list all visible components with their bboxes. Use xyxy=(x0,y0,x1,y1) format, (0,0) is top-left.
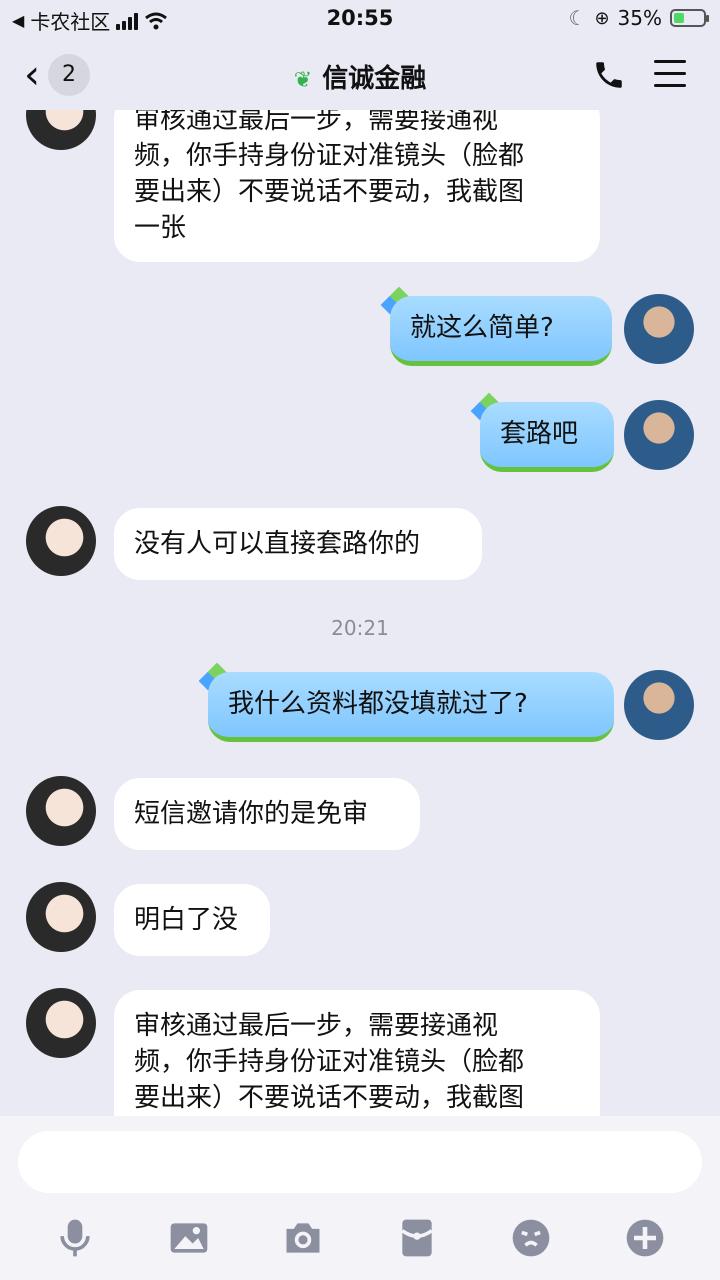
avatar[interactable] xyxy=(26,882,96,952)
status-bar: ◀ 卡农社区 20:55 ☾ ⊕ 35% xyxy=(0,0,720,38)
avatar[interactable] xyxy=(26,988,96,1058)
input-bar xyxy=(0,1116,720,1280)
avatar[interactable] xyxy=(624,400,694,470)
avatar[interactable] xyxy=(26,506,96,576)
menu-icon[interactable] xyxy=(654,60,686,96)
avatar[interactable] xyxy=(26,110,96,150)
timestamp: 20:21 xyxy=(331,616,389,640)
battery-percent: 35% xyxy=(617,6,662,30)
message-bubble[interactable]: 审核通过最后一步，需要接通视 频，你手持身份证对准镜头（脸都 要出来）不要说话不… xyxy=(114,110,600,262)
message-bubble[interactable]: 审核通过最后一步，需要接通视 频，你手持身份证对准镜头（脸都 要出来）不要说话不… xyxy=(114,990,600,1116)
image-icon[interactable] xyxy=(167,1216,211,1260)
message-bubble[interactable]: 短信邀请你的是免审 xyxy=(114,778,420,850)
chat-title-text: 信诚金融 xyxy=(322,64,427,94)
moon-icon: ☾ xyxy=(568,6,587,30)
rotation-lock-icon: ⊕ xyxy=(594,7,610,29)
camera-icon[interactable] xyxy=(281,1216,325,1260)
emoji-icon[interactable] xyxy=(509,1216,553,1260)
message-bubble-me[interactable]: 套路吧 xyxy=(480,402,614,472)
message-bubble-me[interactable]: 就这么简单? xyxy=(390,296,612,366)
avatar[interactable] xyxy=(26,776,96,846)
avatar[interactable] xyxy=(624,294,694,364)
message-bubble[interactable]: 明白了没 xyxy=(114,884,270,956)
message-list[interactable]: 审核通过最后一步，需要接通视 频，你手持身份证对准镜头（脸都 要出来）不要说话不… xyxy=(0,110,720,1116)
sprout-icon: ❦ xyxy=(293,68,313,93)
phone-call-icon[interactable] xyxy=(592,58,626,92)
red-packet-icon[interactable] xyxy=(395,1216,439,1260)
avatar[interactable] xyxy=(624,670,694,740)
message-bubble-me[interactable]: 我什么资料都没填就过了? xyxy=(208,672,614,742)
message-bubble[interactable]: 没有人可以直接套路你的 xyxy=(114,508,482,580)
chat-header: ‹ 2 ❦ 信诚金融 xyxy=(0,38,720,110)
message-input[interactable] xyxy=(18,1131,702,1193)
plus-icon[interactable] xyxy=(623,1216,667,1260)
microphone-icon[interactable] xyxy=(53,1216,97,1260)
battery-icon xyxy=(670,9,709,27)
